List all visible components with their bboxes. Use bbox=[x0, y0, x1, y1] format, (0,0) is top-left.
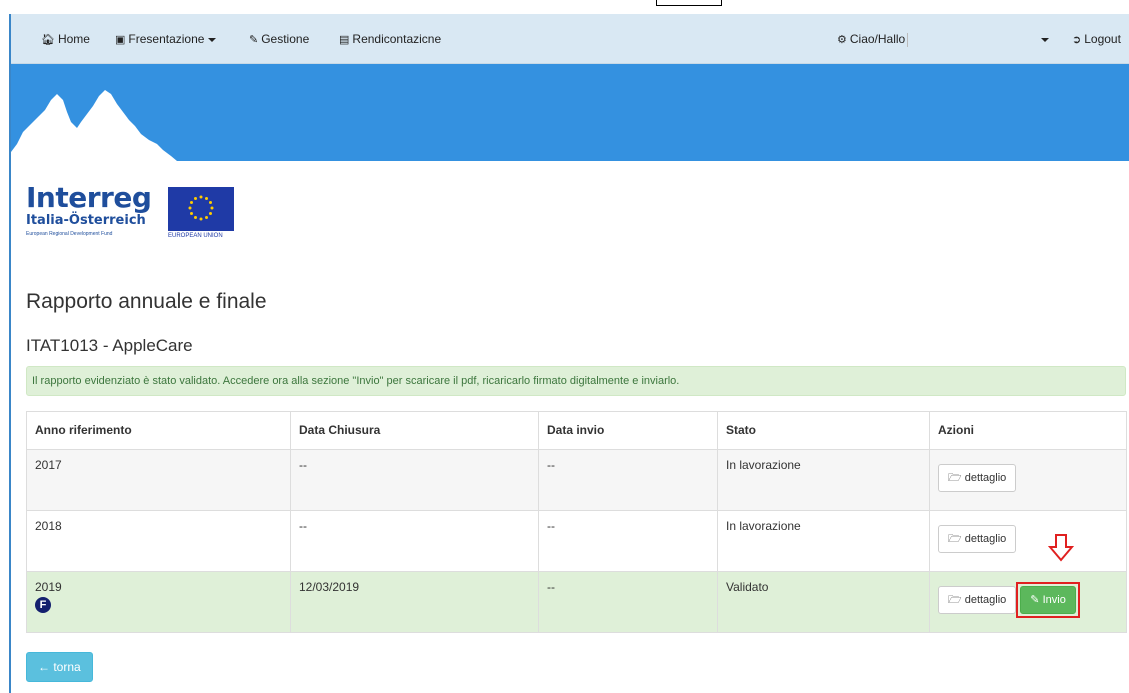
gear-icon: ⚙ bbox=[837, 34, 847, 46]
nav-home-label: Home bbox=[57, 32, 90, 46]
nav-user-label: Ciao/Hallo bbox=[849, 32, 906, 46]
detail-button-label: dettaglio bbox=[964, 594, 1007, 606]
logo-fund-text: European Regional Development Fund bbox=[26, 231, 113, 237]
year-cell: 2018 bbox=[26, 510, 291, 572]
sent-date-cell: -- bbox=[538, 510, 718, 572]
nav-reporting[interactable]: ▤ Rendicontazicne bbox=[339, 14, 441, 64]
send-highlight-box: ✎ Invio bbox=[1016, 582, 1080, 618]
detail-button-label: dettaglio bbox=[964, 472, 1007, 484]
table-row: 2018 -- -- In lavorazione 🗁︎ dettaglio bbox=[26, 510, 1127, 572]
status-cell: In lavorazione bbox=[717, 510, 930, 572]
user-name-field bbox=[907, 32, 909, 47]
nav-presentation[interactable]: ▣ Fresentazione bbox=[115, 14, 217, 64]
detail-button[interactable]: 🗁︎ dettaglio bbox=[938, 464, 1017, 492]
table-row-validated: 2019 F 12/03/2019 -- Validato 🗁︎ dettagl… bbox=[26, 571, 1127, 633]
reports-table: Anno riferimento Data Chiusura Data invi… bbox=[26, 411, 1127, 633]
caret-down-icon bbox=[1041, 37, 1049, 42]
logout-icon: ➲ bbox=[1072, 34, 1082, 46]
back-button[interactable]: ← torna bbox=[26, 652, 93, 682]
sent-date-cell: -- bbox=[538, 571, 718, 633]
arrow-left-icon: ← bbox=[38, 660, 54, 674]
folder-icon: 🗁︎ bbox=[948, 472, 965, 484]
actions-cell: 🗁︎ dettaglio bbox=[929, 449, 1127, 511]
pencil-icon: ✎ bbox=[249, 34, 259, 46]
actions-cell: 🗁︎ dettaglio bbox=[929, 510, 1127, 572]
sent-date-cell: -- bbox=[538, 449, 718, 511]
folder-icon: 🗁︎ bbox=[948, 533, 965, 545]
nav-logout[interactable]: ➲ Logout bbox=[1072, 14, 1121, 64]
closing-date-cell: -- bbox=[290, 510, 539, 572]
top-navbar: 🏠︎ Home ▣ Fresentazione ✎ Gestione ▤ Rendico… bbox=[11, 14, 1129, 64]
nav-logout-label: Logout bbox=[1084, 32, 1121, 46]
eu-label: EUROPEAN UNION bbox=[168, 233, 223, 239]
header-banner bbox=[11, 64, 1129, 161]
send-button[interactable]: ✎ Invio bbox=[1020, 586, 1076, 614]
folder-icon: 🗁︎ bbox=[948, 594, 965, 606]
header-status: Stato bbox=[717, 411, 930, 450]
home-icon: 🏠︎ bbox=[41, 34, 55, 46]
money-icon: ▤ bbox=[339, 34, 350, 46]
detail-button[interactable]: 🗁︎ dettaglio bbox=[938, 586, 1017, 614]
year-value: 2019 bbox=[35, 580, 62, 594]
year-cell: 2017 bbox=[26, 449, 291, 511]
nav-management-label: Gestione bbox=[261, 32, 310, 46]
nav-reporting-label: Rendicontazicne bbox=[352, 32, 442, 46]
back-button-label: torna bbox=[53, 660, 81, 674]
nav-management[interactable]: ✎ Gestione bbox=[249, 14, 309, 64]
closing-date-cell: 12/03/2019 bbox=[290, 571, 539, 633]
document-icon: ▣ bbox=[115, 34, 126, 46]
eu-flag-icon bbox=[168, 187, 234, 231]
user-dropdown-toggle[interactable] bbox=[1037, 14, 1049, 64]
closing-date-cell: -- bbox=[290, 449, 539, 511]
header-year: Anno riferimento bbox=[26, 411, 291, 450]
header-sent-date: Data invio bbox=[538, 411, 718, 450]
year-cell: 2019 F bbox=[26, 571, 291, 633]
status-cell: Validato bbox=[717, 571, 930, 633]
arrow-down-icon bbox=[1048, 534, 1074, 562]
top-marker bbox=[656, 0, 722, 6]
table-row: 2017 -- -- In lavorazione 🗁︎ dettaglio bbox=[26, 449, 1127, 511]
detail-button[interactable]: 🗁︎ dettaglio bbox=[938, 525, 1017, 553]
actions-cell: 🗁︎ dettaglio ✎ Invio bbox=[929, 571, 1127, 633]
final-badge: F bbox=[35, 597, 51, 613]
page-title: Rapporto annuale e finale bbox=[26, 290, 267, 313]
caret-down-icon bbox=[208, 37, 217, 42]
detail-button-label: dettaglio bbox=[964, 533, 1007, 545]
interreg-logo: Interreg Italia-Österreich European Regi… bbox=[26, 183, 236, 245]
header-actions: Azioni bbox=[929, 411, 1127, 450]
nav-presentation-label: Fresentazione bbox=[128, 32, 205, 46]
table-header-row: Anno riferimento Data Chiusura Data invi… bbox=[26, 411, 1127, 450]
nav-user[interactable]: ⚙ Ciao/Hallo bbox=[837, 14, 909, 64]
logo-subtitle: Italia-Österreich bbox=[26, 213, 146, 228]
logo-title: Interreg bbox=[26, 181, 152, 214]
validation-alert: Il rapporto evidenziato è stato validato… bbox=[26, 366, 1126, 396]
header-closing-date: Data Chiusura bbox=[290, 411, 539, 450]
mountains-graphic bbox=[11, 90, 177, 161]
edit-icon: ✎ bbox=[1030, 594, 1043, 606]
project-title: ITAT1013 - AppleCare bbox=[26, 336, 193, 355]
nav-home[interactable]: 🏠︎ Home bbox=[41, 14, 90, 64]
status-cell: In lavorazione bbox=[717, 449, 930, 511]
send-button-label: Invio bbox=[1042, 594, 1066, 606]
